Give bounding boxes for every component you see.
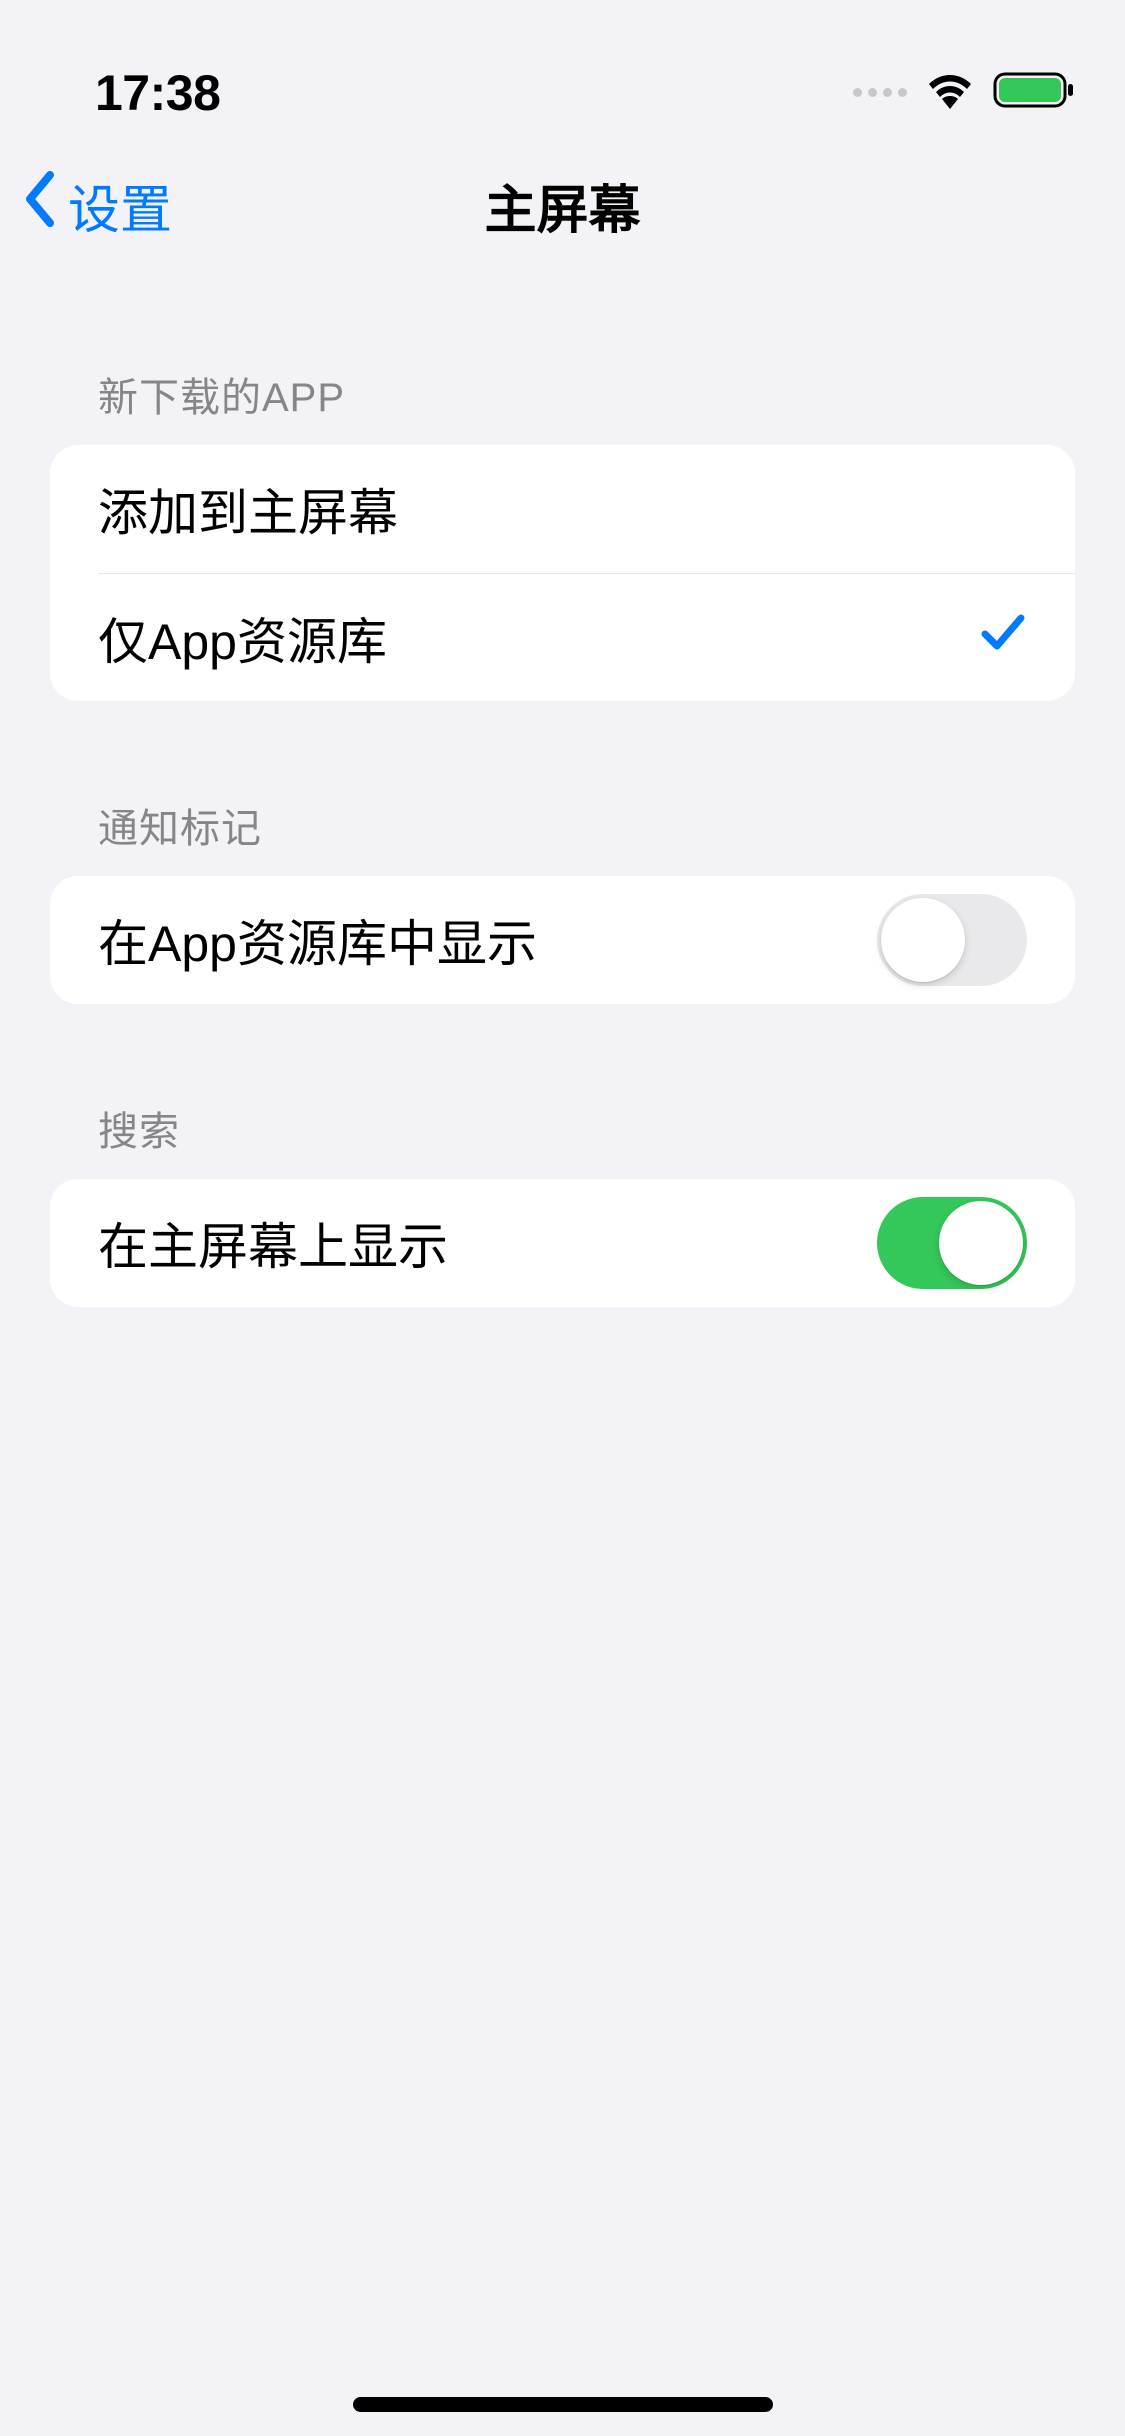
section-search: 搜索 在主屏幕上显示	[0, 1099, 1125, 1307]
row-label: 在主屏幕上显示	[98, 1207, 877, 1279]
back-label: 设置	[68, 168, 172, 243]
nav-bar: 设置 主屏幕	[0, 140, 1125, 270]
section-group: 添加到主屏幕 仅App资源库	[50, 445, 1075, 701]
section-group: 在主屏幕上显示	[50, 1179, 1075, 1307]
chevron-left-icon	[20, 169, 58, 242]
row-show-on-home: 在主屏幕上显示	[50, 1179, 1075, 1307]
toggle-show-on-home[interactable]	[877, 1197, 1027, 1289]
row-show-in-app-library: 在App资源库中显示	[50, 876, 1075, 1004]
home-indicator[interactable]	[353, 2397, 773, 2412]
row-add-to-home[interactable]: 添加到主屏幕	[50, 445, 1075, 573]
cellular-icon	[853, 88, 907, 97]
section-header: 通知标记	[50, 796, 1075, 854]
section-header: 搜索	[50, 1099, 1075, 1157]
row-label: 仅App资源库	[98, 602, 979, 674]
page-title: 主屏幕	[484, 168, 640, 243]
row-app-library-only[interactable]: 仅App资源库	[98, 573, 1075, 701]
battery-icon	[993, 70, 1075, 115]
wifi-icon	[925, 71, 975, 114]
toggle-show-in-app-library[interactable]	[877, 894, 1027, 986]
back-button[interactable]: 设置	[20, 168, 172, 243]
section-group: 在App资源库中显示	[50, 876, 1075, 1004]
status-indicators	[853, 70, 1075, 115]
row-label: 在App资源库中显示	[98, 904, 877, 976]
section-notification-badges: 通知标记 在App资源库中显示	[0, 796, 1125, 1004]
checkmark-icon	[979, 608, 1027, 668]
section-header: 新下载的APP	[50, 365, 1075, 423]
status-bar: 17:38	[0, 0, 1125, 140]
status-time: 17:38	[95, 64, 220, 122]
row-label: 添加到主屏幕	[98, 473, 1027, 545]
section-new-downloads: 新下载的APP 添加到主屏幕 仅App资源库	[0, 365, 1125, 701]
